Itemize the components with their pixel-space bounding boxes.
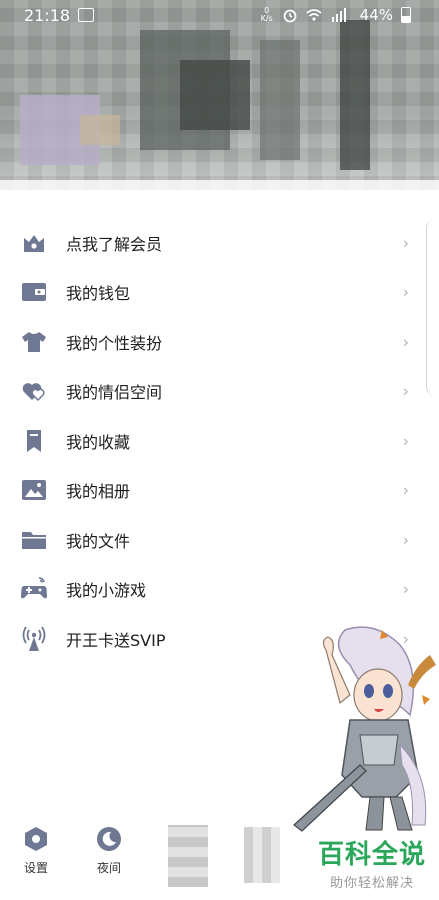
photo-album-icon [20,476,48,504]
chevron-right-icon: › [402,579,409,599]
profile-header-background[interactable]: 21:18 0 K/s 44% [0,0,439,190]
wifi-icon [306,9,322,21]
chevron-right-icon: › [402,332,409,352]
watermark-title: 百科全说 [317,840,426,870]
menu-item-label: 我的个性装扮 [66,333,163,353]
menu-item-files[interactable]: 我的文件 › [0,515,439,565]
tshirt-icon [20,328,48,356]
settings-label: 设置 [23,861,48,875]
blurred-area [168,825,208,887]
chevron-right-icon: › [402,282,409,302]
battery-percent: 44% [359,6,393,24]
menu-item-wallet[interactable]: 我的钱包 › [0,268,439,318]
crown-icon [20,229,48,257]
watermark-subtitle: 助你轻松解决 [329,876,414,891]
menu-item-vip[interactable]: 点我了解会员 › [0,218,439,268]
chevron-right-icon: › [402,480,409,500]
blurred-area [340,20,370,170]
gallery-notification-icon [78,8,95,22]
menu-item-couple-space[interactable]: 我的情侣空间 › [0,367,439,417]
bookmark-icon [20,427,48,455]
menu-item-label: 我的收藏 [66,432,131,452]
wallet-icon [20,278,48,306]
watermark: 百科全说 助你轻松解决 [312,840,432,891]
anime-knight-mascot-image [293,626,436,832]
menu-item-favorites[interactable]: 我的收藏 › [0,416,439,466]
drawer-menu: 点我了解会员 › 我的钱包 › 我的个性装扮 › 我的情侣空间 › 我的收藏 ›… [0,218,439,664]
blurred-area [260,40,300,160]
chevron-right-icon: › [402,530,409,550]
blurred-area [244,827,280,883]
couple-hearts-icon [20,377,48,405]
menu-item-label: 我的情侣空间 [66,383,163,403]
menu-item-label: 点我了解会员 [66,234,163,254]
night-label: 夜间 [96,861,121,875]
gamepad-icon [20,575,48,603]
moon-icon [79,825,139,853]
menu-item-label: 我的相册 [66,482,131,502]
signal-tower-icon [20,625,48,653]
menu-item-label: 我的钱包 [66,284,131,304]
menu-item-mini-games[interactable]: 我的小游戏 › [0,565,439,615]
side-panel-edge [426,220,439,395]
night-mode-button[interactable]: 夜间 [79,825,139,876]
signal-icon [331,8,346,22]
menu-item-album[interactable]: 我的相册 › [0,466,439,516]
chevron-right-icon: › [402,431,409,451]
menu-item-label: 我的文件 [66,531,131,551]
battery-icon [401,7,411,23]
gear-icon [6,825,66,853]
menu-item-label: 开王卡送SVIP [66,630,166,650]
folder-icon [20,526,48,554]
chevron-right-icon: › [402,233,409,253]
chevron-right-icon: › [402,381,409,401]
blurred-area [0,180,439,190]
settings-button[interactable]: 设置 [6,825,66,876]
status-right-group: 0 K/s 44% [260,6,411,24]
status-time: 21:18 [24,5,71,25]
alarm-icon [283,9,297,23]
menu-item-dressup[interactable]: 我的个性装扮 › [0,317,439,367]
menu-item-label: 我的小游戏 [66,581,147,601]
net-speed: 0 K/s [260,6,273,23]
blurred-area [80,115,120,145]
status-bar: 21:18 0 K/s 44% [0,0,439,30]
blurred-area [180,60,250,130]
